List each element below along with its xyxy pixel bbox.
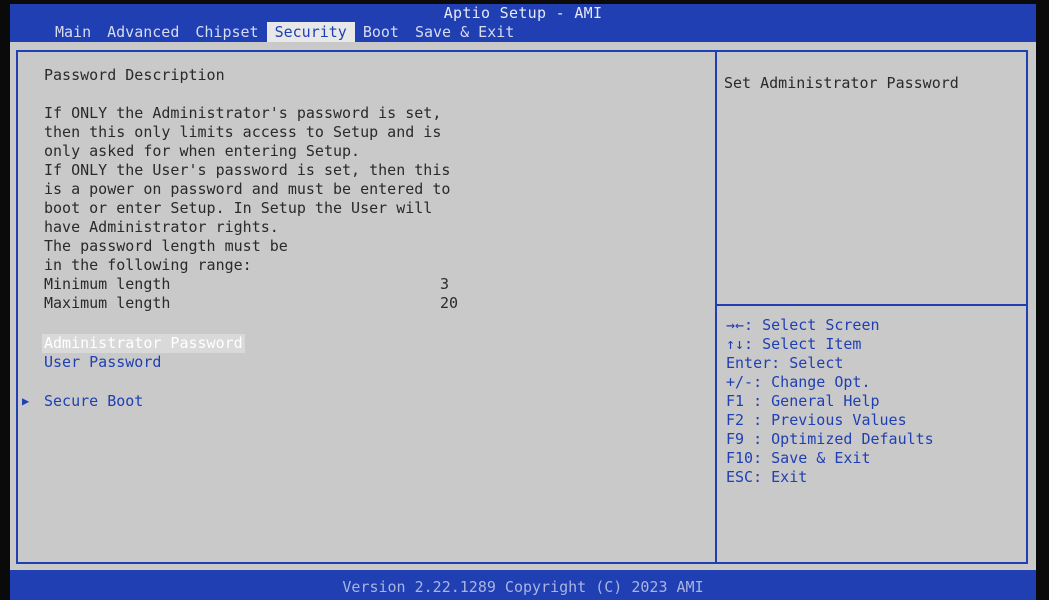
max-length-label: Maximum length <box>44 294 171 312</box>
administrator-password-item[interactable]: Administrator Password <box>42 334 245 353</box>
panel-frame: Password Description If ONLY the Adminis… <box>16 50 1028 564</box>
description-line: is a power on password and must be enter… <box>44 180 451 198</box>
secure-boot-item[interactable]: Secure Boot <box>44 392 143 411</box>
key-help-previous-values: F2 : Previous Values <box>726 411 907 429</box>
description-line: in the following range: <box>44 256 252 274</box>
description-line: If ONLY the Administrator's password is … <box>44 104 442 122</box>
version-text: Version 2.22.1289 Copyright (C) 2023 AMI <box>342 578 704 596</box>
key-help-select-item: ↑↓: Select Item <box>726 335 862 353</box>
help-title: Set Administrator Password <box>724 74 959 92</box>
tab-chipset[interactable]: Chipset <box>187 22 266 42</box>
bios-setup-screen: Aptio Setup - AMI Main Advanced Chipset … <box>0 0 1049 600</box>
tab-boot[interactable]: Boot <box>355 22 407 42</box>
tab-advanced[interactable]: Advanced <box>99 22 187 42</box>
max-length-value: 20 <box>440 294 459 312</box>
key-help-enter: Enter: Select <box>726 354 844 372</box>
key-help-optimized-defaults: F9 : Optimized Defaults <box>726 430 934 448</box>
help-divider <box>717 304 1026 306</box>
submenu-arrow-icon: ▶ <box>22 394 30 408</box>
key-help-change-opt: +/-: Change Opt. <box>726 373 871 391</box>
min-length-value: 3 <box>440 275 450 293</box>
app-title: Aptio Setup - AMI <box>443 4 603 22</box>
key-help-select-screen: →←: Select Screen <box>726 316 880 334</box>
key-help-general-help: F1 : General Help <box>726 392 880 410</box>
description-line: only asked for when entering Setup. <box>44 142 361 160</box>
tab-main[interactable]: Main <box>47 22 99 42</box>
tab-security[interactable]: Security <box>266 22 355 42</box>
description-line: The password length must be <box>44 237 288 255</box>
description-line: If ONLY the User's password is set, then… <box>44 161 451 179</box>
vertical-divider <box>715 52 717 562</box>
key-help-esc-exit: ESC: Exit <box>726 468 808 486</box>
description-heading: Password Description <box>44 66 225 84</box>
main-panel: Password Description If ONLY the Adminis… <box>10 42 1036 570</box>
tab-bar: Main Advanced Chipset Security Boot Save… <box>47 22 522 42</box>
min-length-label: Minimum length <box>44 275 171 293</box>
description-line: then this only limits access to Setup an… <box>44 123 442 141</box>
description-line: have Administrator rights. <box>44 218 279 236</box>
user-password-item[interactable]: User Password <box>44 353 161 372</box>
key-help-save-exit: F10: Save & Exit <box>726 449 871 467</box>
tab-save-exit[interactable]: Save & Exit <box>407 22 522 42</box>
description-line: boot or enter Setup. In Setup the User w… <box>44 199 433 217</box>
bottom-bar: Version 2.22.1289 Copyright (C) 2023 AMI <box>10 570 1036 600</box>
top-bar: Aptio Setup - AMI Main Advanced Chipset … <box>10 4 1036 42</box>
